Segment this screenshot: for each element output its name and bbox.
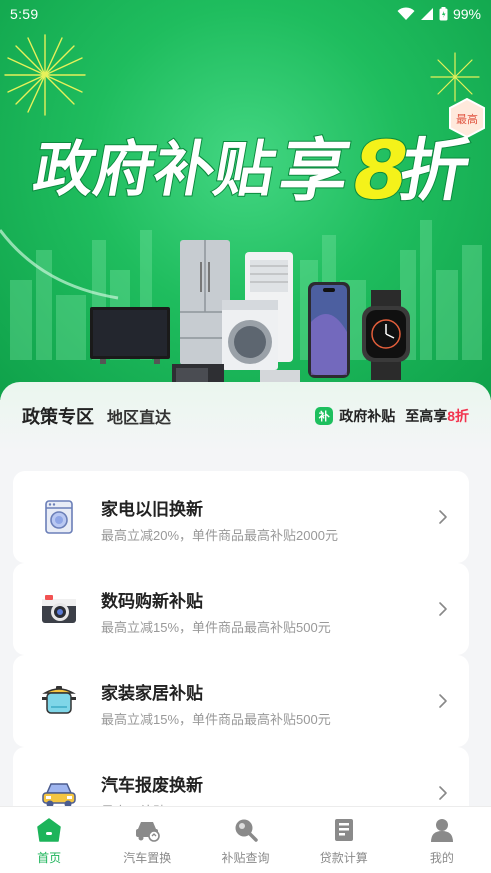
banner-title: 政府补贴 享 8 折 bbox=[32, 124, 472, 208]
battery-level: 99% bbox=[452, 6, 481, 22]
banner-title-enjoy: 享 bbox=[274, 131, 356, 208]
watch-icon bbox=[362, 290, 410, 380]
max-badge: 最高 bbox=[449, 98, 485, 138]
user-icon bbox=[430, 819, 453, 842]
section-title: 政策专区 bbox=[22, 407, 94, 427]
category-desc: 最高立减15%，单件商品最高补贴500元 bbox=[101, 712, 331, 727]
home-icon bbox=[37, 818, 61, 842]
nav-subsidy-search-label: 补贴查询 bbox=[221, 851, 270, 865]
promo-label: 政府补贴 bbox=[339, 408, 396, 424]
nav-car-exchange-label: 汽车置换 bbox=[123, 851, 172, 865]
chevron-right-icon bbox=[439, 602, 447, 616]
calculator-icon bbox=[334, 819, 353, 841]
firework-right-decoration bbox=[430, 52, 480, 102]
max-badge-label: 最高 bbox=[456, 112, 478, 126]
nav-profile-label: 我的 bbox=[429, 851, 454, 865]
phone-icon bbox=[308, 282, 350, 378]
battery-icon bbox=[439, 7, 448, 21]
nav-subsidy-search[interactable]: 补贴查询 bbox=[196, 807, 294, 873]
subsidy-badge-icon: 补 bbox=[315, 407, 334, 425]
category-title: 家电以旧换新 bbox=[101, 500, 203, 519]
category-card-home[interactable]: 家装家居补贴 最高立减15%，单件商品最高补贴500元 bbox=[13, 655, 469, 747]
status-time: 5:59 bbox=[10, 6, 39, 22]
promo-banner[interactable]: 5:59 99% 政府补贴 享 8 折 最高 bbox=[0, 0, 491, 400]
region-direct-link[interactable]: 地区直达 bbox=[107, 404, 171, 428]
nav-profile[interactable]: 我的 bbox=[393, 807, 491, 873]
category-title: 汽车报废换新 bbox=[101, 776, 203, 795]
promo-prefix: 至高享 bbox=[405, 408, 448, 424]
category-title: 家装家居补贴 bbox=[101, 684, 203, 703]
subsidy-promo[interactable]: 补 政府补贴 至高享 8折 bbox=[315, 406, 469, 426]
chevron-right-icon bbox=[439, 786, 447, 800]
category-desc: 最高立减15%，单件商品最高补贴500元 bbox=[101, 620, 331, 635]
category-title: 数码购新补贴 bbox=[101, 592, 203, 611]
nav-car-exchange[interactable]: 汽车置换 bbox=[98, 807, 196, 873]
policy-zone-header: 政策专区 地区直达 补 政府补贴 至高享 8折 bbox=[22, 404, 469, 428]
car-exchange-icon bbox=[136, 822, 161, 842]
camera-icon bbox=[42, 595, 76, 623]
promo-value: 8折 bbox=[447, 408, 469, 424]
nav-home-label: 首页 bbox=[37, 851, 62, 865]
wifi-icon bbox=[397, 7, 415, 20]
banner-title-discount: 折 bbox=[394, 131, 472, 208]
category-card-appliance[interactable]: 家电以旧换新 最高立减20%，单件商品最高补贴2000元 bbox=[13, 471, 469, 563]
search-icon bbox=[235, 819, 258, 842]
washing-machine-icon bbox=[45, 500, 73, 534]
nav-home[interactable]: 首页 bbox=[0, 807, 98, 873]
category-desc: 最高立减20%，单件商品最高补贴2000元 bbox=[101, 528, 338, 543]
chevron-right-icon bbox=[439, 694, 447, 708]
nav-loan-calculator-label: 贷款计算 bbox=[319, 851, 368, 865]
tv-icon bbox=[90, 307, 170, 364]
firework-left-decoration bbox=[4, 34, 86, 116]
pot-icon bbox=[42, 686, 76, 714]
chevron-right-icon bbox=[439, 510, 447, 524]
status-bar: 5:59 99% bbox=[0, 0, 491, 28]
nav-loan-calculator[interactable]: 贷款计算 bbox=[295, 807, 393, 873]
bottom-navigation: 首页 汽车置换 补贴查询 贷款计算 我的 bbox=[0, 806, 491, 873]
category-card-digital[interactable]: 数码购新补贴 最高立减15%，单件商品最高补贴500元 bbox=[13, 563, 469, 655]
washing-machine-icon bbox=[222, 300, 278, 370]
products-illustration bbox=[90, 240, 410, 390]
signal-icon bbox=[420, 8, 433, 20]
banner-title-main: 政府补贴 bbox=[32, 135, 281, 204]
